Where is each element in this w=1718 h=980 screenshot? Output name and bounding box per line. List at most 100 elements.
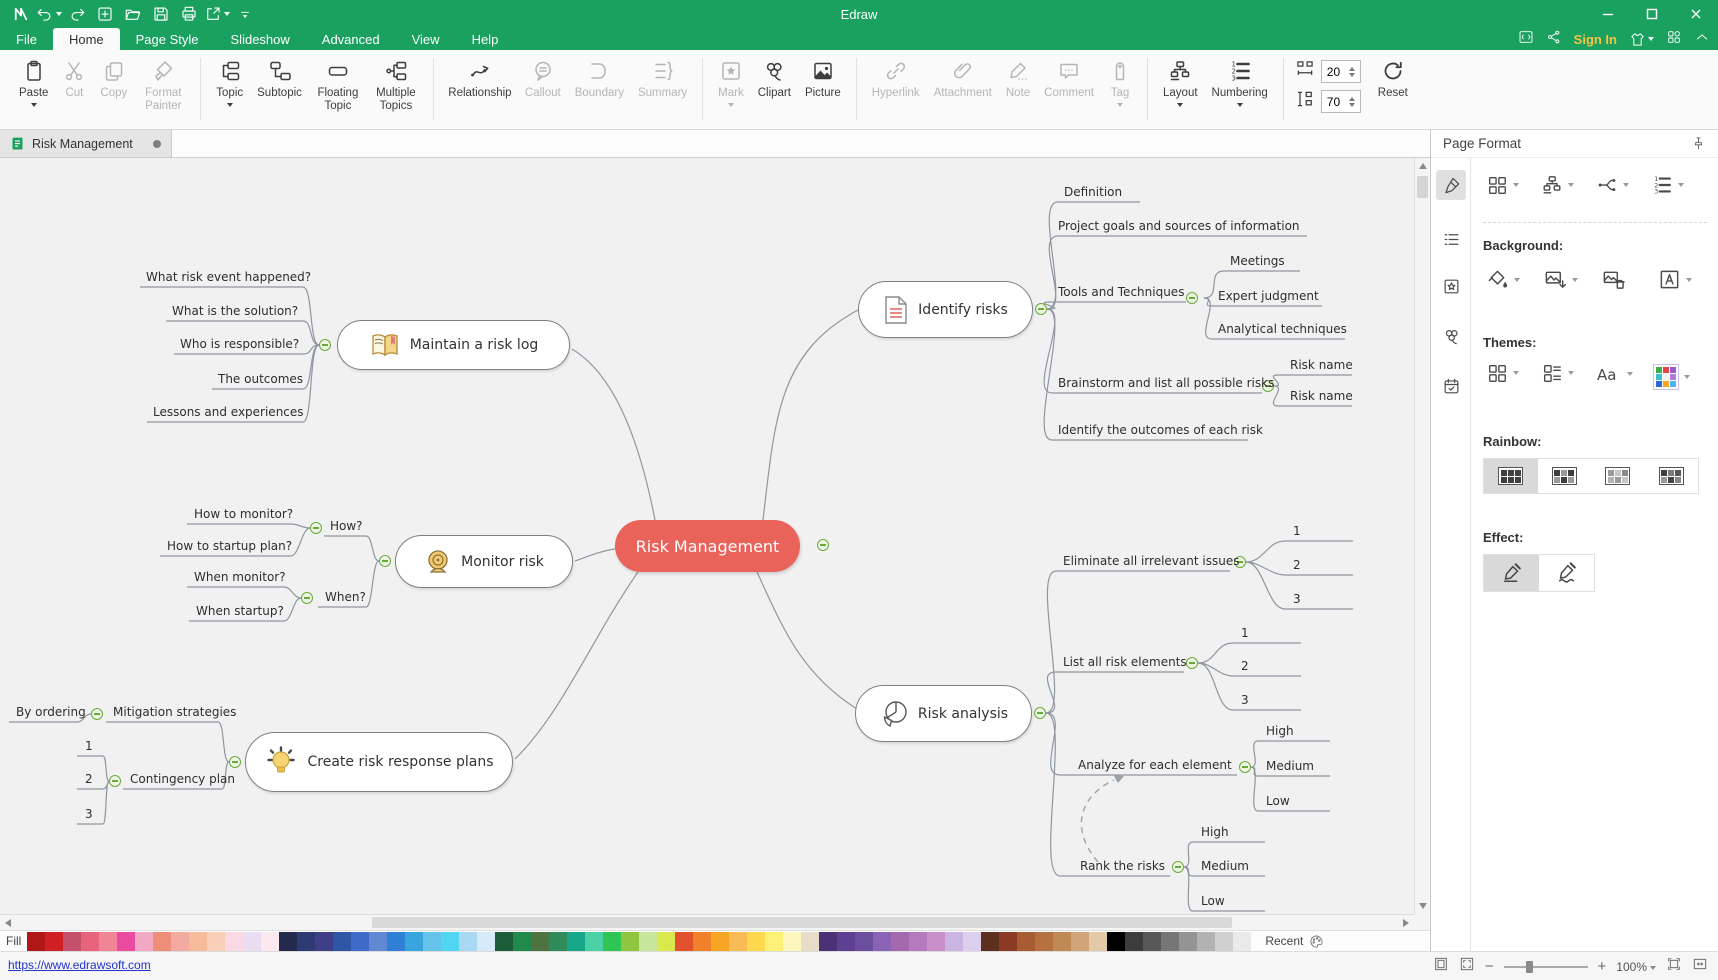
- subtopic-label[interactable]: 1: [1293, 524, 1301, 538]
- subtopic-label[interactable]: How to monitor?: [194, 507, 293, 521]
- menu-page-style[interactable]: Page Style: [120, 28, 215, 50]
- layout-button[interactable]: Layout: [1156, 57, 1205, 107]
- effect-option-normal[interactable]: [1484, 555, 1539, 591]
- zoom-slider[interactable]: [1504, 966, 1588, 968]
- fill-color-swatch[interactable]: [1035, 932, 1053, 951]
- fill-color-swatch[interactable]: [765, 932, 783, 951]
- undo-button[interactable]: [36, 2, 62, 26]
- subtopic-label[interactable]: Mitigation strategies: [113, 705, 236, 719]
- vertical-scrollbar[interactable]: [1414, 158, 1430, 914]
- panel-tab-clipart-icon[interactable]: [1436, 321, 1466, 351]
- collapse-icon[interactable]: [229, 756, 241, 768]
- topic-dropdown-caret[interactable]: [227, 103, 233, 107]
- fill-color-swatch[interactable]: [621, 932, 639, 951]
- topic-button[interactable]: Topic: [209, 57, 250, 107]
- fill-color-swatch[interactable]: [405, 932, 423, 951]
- export-dropdown-caret[interactable]: [224, 12, 230, 16]
- fill-color-swatch[interactable]: [585, 932, 603, 951]
- apps-grid-icon[interactable]: [1666, 29, 1682, 50]
- subtopic-label[interactable]: Medium: [1201, 859, 1249, 873]
- new-document-button[interactable]: [92, 2, 118, 26]
- minimize-button[interactable]: [1586, 0, 1630, 28]
- style-shirt-icon[interactable]: [1629, 31, 1654, 48]
- rainbow-option-4[interactable]: [1645, 459, 1699, 493]
- fill-color-swatch[interactable]: [531, 932, 549, 951]
- fill-color-swatch[interactable]: [711, 932, 729, 951]
- spin-down-icon[interactable]: [1349, 73, 1355, 77]
- fill-color-swatch[interactable]: [1161, 932, 1179, 951]
- fill-color-swatch[interactable]: [675, 932, 693, 951]
- subtopic-label[interactable]: What is the solution?: [172, 304, 298, 318]
- fill-color-swatch[interactable]: [477, 932, 495, 951]
- presentation-mode-icon[interactable]: [1518, 29, 1534, 50]
- menu-home[interactable]: Home: [53, 28, 120, 50]
- reading-view-icon[interactable]: [1433, 956, 1449, 977]
- subtopic-label[interactable]: The outcomes: [218, 372, 303, 386]
- numbering-dropdown-caret[interactable]: [1237, 103, 1243, 107]
- menu-slideshow[interactable]: Slideshow: [215, 28, 306, 50]
- collapse-icon[interactable]: [1186, 657, 1198, 669]
- fill-color-swatch[interactable]: [189, 932, 207, 951]
- subtopic-label[interactable]: 3: [85, 807, 93, 821]
- fill-color-swatch[interactable]: [891, 932, 909, 951]
- subtopic-label[interactable]: When monitor?: [194, 570, 286, 584]
- fill-color-swatch[interactable]: [783, 932, 801, 951]
- comment-button[interactable]: Comment: [1037, 57, 1101, 100]
- fill-color-swatch[interactable]: [117, 932, 135, 951]
- connector-style-button[interactable]: [1596, 174, 1629, 196]
- horizontal-scroll-thumb[interactable]: [372, 917, 1232, 928]
- page-layout-button[interactable]: [1541, 174, 1574, 196]
- fill-color-swatch[interactable]: [801, 932, 819, 951]
- mindmap-canvas[interactable]: Risk Management Identify risks Maintain …: [0, 158, 1430, 930]
- spin-up-icon[interactable]: [1349, 67, 1355, 71]
- subtopic-label[interactable]: 3: [1241, 693, 1249, 707]
- collapse-ribbon-icon[interactable]: [1694, 29, 1710, 50]
- subtopic-label[interactable]: Who is responsible?: [180, 337, 299, 351]
- scroll-up-arrow[interactable]: [1419, 163, 1427, 169]
- spin-down-icon[interactable]: [1349, 103, 1355, 107]
- fill-color-swatch[interactable]: [63, 932, 81, 951]
- fill-color-swatch[interactable]: [423, 932, 441, 951]
- fill-color-swatch[interactable]: [567, 932, 585, 951]
- fill-color-swatch[interactable]: [1053, 932, 1071, 951]
- subtopic-label[interactable]: 2: [85, 772, 93, 786]
- menu-file[interactable]: File: [0, 28, 53, 50]
- close-button[interactable]: [1674, 0, 1718, 28]
- fill-color-swatch[interactable]: [1017, 932, 1035, 951]
- topic-risk-analysis[interactable]: Risk analysis: [855, 685, 1032, 742]
- subtopic-label[interactable]: Low: [1201, 894, 1225, 908]
- scroll-left-arrow[interactable]: [5, 919, 11, 927]
- zoom-level[interactable]: 100%: [1616, 960, 1647, 974]
- scroll-down-arrow[interactable]: [1419, 903, 1427, 909]
- print-button[interactable]: [176, 2, 202, 26]
- floating-topic-button[interactable]: Floating Topic: [309, 57, 367, 113]
- panel-tab-mark-icon[interactable]: [1436, 271, 1466, 301]
- menu-advanced[interactable]: Advanced: [306, 28, 396, 50]
- watermark-button[interactable]: [1658, 268, 1692, 291]
- fill-color-swatch[interactable]: [387, 932, 405, 951]
- fill-color-swatch[interactable]: [657, 932, 675, 951]
- subtopic-label[interactable]: Identify the outcomes of each risk: [1058, 423, 1263, 437]
- rainbow-option-1[interactable]: [1484, 459, 1538, 493]
- collapse-icon[interactable]: [379, 555, 391, 567]
- collapse-icon[interactable]: [91, 708, 103, 720]
- fill-color-swatch[interactable]: [495, 932, 513, 951]
- remove-background-button[interactable]: [1601, 268, 1625, 291]
- fill-color-swatch[interactable]: [999, 932, 1017, 951]
- relationship-button[interactable]: Relationship: [442, 57, 518, 100]
- collapse-icon[interactable]: [109, 775, 121, 787]
- vertical-spacing-stepper[interactable]: [1321, 90, 1361, 113]
- collapse-icon[interactable]: [1239, 761, 1251, 773]
- format-painter-button[interactable]: Format Painter: [134, 57, 192, 113]
- note-button[interactable]: Note: [999, 57, 1037, 100]
- subtopic-button[interactable]: Subtopic: [250, 57, 309, 100]
- clipart-button[interactable]: Clipart: [751, 57, 798, 100]
- fill-color-swatch[interactable]: [261, 932, 279, 951]
- export-button[interactable]: [204, 2, 230, 26]
- numbering-button[interactable]: 123 Numbering: [1205, 57, 1275, 107]
- subtopic-label[interactable]: How?: [330, 519, 363, 533]
- pin-icon[interactable]: [1691, 136, 1706, 151]
- subtopic-label[interactable]: Risk name: [1290, 389, 1353, 403]
- horizontal-scrollbar[interactable]: [0, 914, 1414, 930]
- horizontal-spacing-input[interactable]: [1322, 65, 1348, 79]
